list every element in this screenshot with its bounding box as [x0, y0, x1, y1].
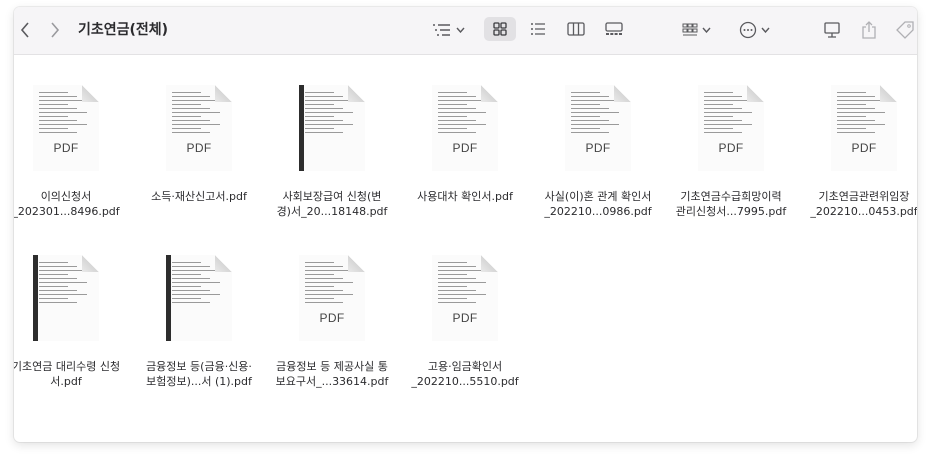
- chevron-right-icon: [51, 22, 60, 38]
- file-name: 금융정보 등(금융·신용· 보험정보)...서 (1).pdf: [146, 360, 252, 388]
- file-grid: PDF 이의신청서 _202301...8496.pdf PDF 소득·재산신고서.p…: [14, 55, 917, 442]
- chevron-down-icon: [701, 27, 711, 33]
- pdf-thumbnail-icon: PDF: [432, 255, 498, 341]
- file-name: 사실(이)혼 관계 확인서 _202210...0986.pdf: [544, 190, 652, 218]
- file-type-label: PDF: [718, 141, 744, 155]
- pdf-thumbnail-icon: PDF: [831, 85, 897, 171]
- group-by-button[interactable]: [428, 19, 468, 41]
- file-name: 기초연금 대리수령 신청 서.pdf: [14, 360, 121, 388]
- chevron-down-icon: [455, 27, 465, 33]
- column-view-button[interactable]: [560, 17, 592, 41]
- forward-button[interactable]: [44, 19, 66, 41]
- pdf-thumbnail-icon: PDF: [432, 85, 498, 171]
- file-name: 사용대차 확인서.pdf: [417, 190, 513, 203]
- tag-button[interactable]: [894, 18, 916, 42]
- pdf-thumbnail-icon: PDF: [33, 85, 99, 171]
- grid-icon: [493, 22, 507, 36]
- file-name: 기초연금관련위임장 _202210...0453.pdf: [810, 190, 917, 218]
- chevron-down-icon: [760, 27, 770, 33]
- toolbar: 기초연금(전체): [14, 7, 917, 55]
- file-type-label: PDF: [186, 141, 212, 155]
- file-type-label: PDF: [319, 311, 345, 325]
- file-type-label: PDF: [585, 141, 611, 155]
- desktop-icon: [824, 22, 840, 38]
- file-name: 고용·임금확인서 _202210...5510.pdf: [411, 360, 519, 388]
- pdf-thumbnail-icon: PDF: [166, 85, 232, 171]
- columns-icon: [567, 22, 585, 36]
- pdf-thumbnail-icon: [299, 85, 365, 171]
- icon-view-button[interactable]: [484, 17, 516, 41]
- back-button[interactable]: [14, 19, 36, 41]
- group-grid-icon: [682, 23, 697, 36]
- group-button[interactable]: [676, 19, 716, 41]
- list-icon: [531, 23, 545, 35]
- file-type-label: PDF: [851, 141, 877, 155]
- ellipsis-circle-icon: [739, 21, 756, 39]
- pdf-thumbnail-icon: PDF: [299, 255, 365, 341]
- finder-window: 기초연금(전체) PDF 이의신청서 _202301...8496.pdf PD…: [14, 7, 917, 442]
- file-name: 소득·재산신고서.pdf: [151, 190, 247, 203]
- gallery-view-button[interactable]: [598, 17, 630, 41]
- pdf-thumbnail-icon: [166, 255, 232, 341]
- list-sort-icon: [432, 24, 450, 36]
- file-name: 금융정보 등 제공사실 통 보요구서_...33614.pdf: [275, 360, 389, 388]
- pdf-thumbnail-icon: [33, 255, 99, 341]
- file-name: 기초연금수급희망이력 관리신청서...7995.pdf: [675, 190, 787, 218]
- file-name: 이의신청서 _202301...8496.pdf: [14, 190, 120, 218]
- gallery-icon: [605, 22, 623, 35]
- tag-icon: [896, 21, 914, 39]
- window-title: 기초연금(전체): [78, 22, 169, 38]
- file-type-label: PDF: [53, 141, 79, 155]
- pdf-thumbnail-icon: PDF: [565, 85, 631, 171]
- share-icon: [862, 21, 876, 39]
- chevron-left-icon: [20, 22, 29, 38]
- action-menu-button[interactable]: [734, 19, 774, 41]
- file-name: 사회보장급여 신청(변 경)서_20...18148.pdf: [276, 190, 388, 218]
- file-type-label: PDF: [452, 141, 478, 155]
- pdf-thumbnail-icon: PDF: [698, 85, 764, 171]
- share-button[interactable]: [857, 18, 881, 42]
- list-view-button[interactable]: [522, 17, 554, 41]
- connect-button[interactable]: [820, 18, 844, 42]
- file-type-label: PDF: [452, 311, 478, 325]
